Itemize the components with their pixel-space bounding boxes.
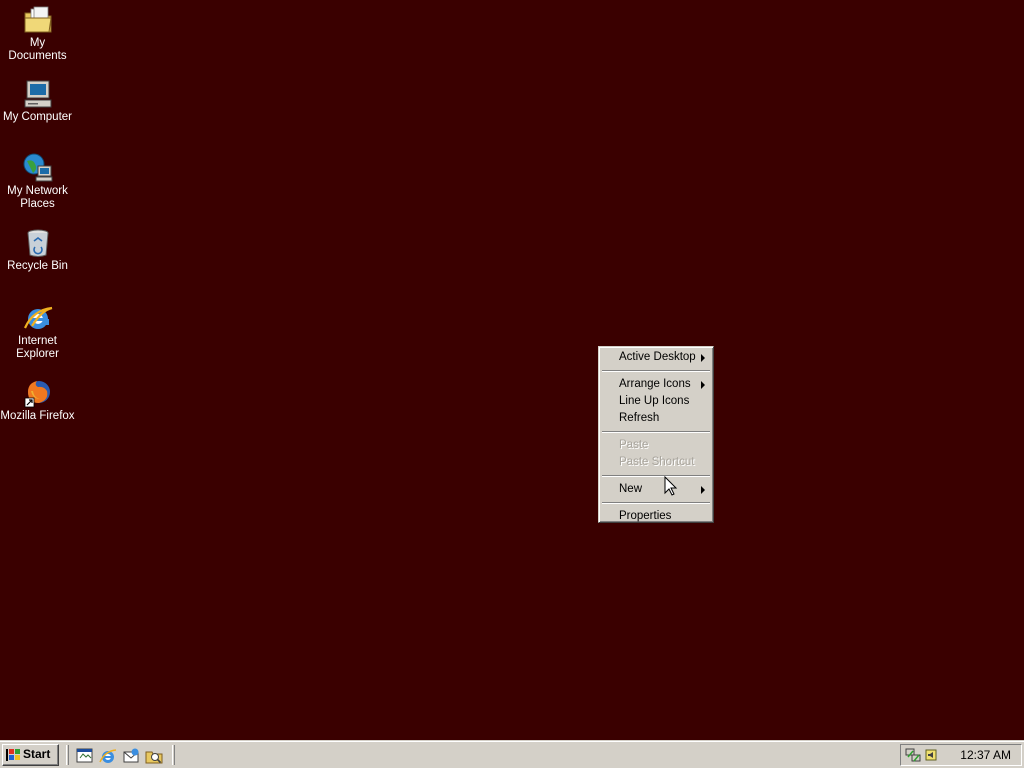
menu-item-new[interactable]: New — [601, 481, 711, 498]
menu-item-label: Paste — [619, 439, 649, 451]
network-places-icon — [23, 153, 52, 182]
desktop-icon-my-documents[interactable]: My Documents — [0, 4, 75, 63]
desktop-icon-label: My Documents — [8, 37, 67, 62]
computer-icon — [24, 80, 51, 108]
submenu-arrow-icon — [701, 381, 705, 389]
volume-icon[interactable] — [923, 747, 939, 763]
desktop-icon-label: Mozilla Firefox — [0, 410, 75, 422]
internet-explorer-icon[interactable] — [99, 747, 117, 765]
taskbar-clock[interactable]: 12:37 AM — [960, 748, 1011, 762]
menu-item-active-desktop[interactable]: Active Desktop — [601, 349, 711, 366]
windows-logo-icon — [6, 749, 20, 761]
toolbar-grip[interactable] — [172, 745, 175, 765]
desktop[interactable]: My Documents My Computer My Network Plac… — [0, 0, 1024, 740]
start-label: Start — [23, 747, 51, 761]
desktop-icon-internet-explorer[interactable]: Internet Explorer — [0, 302, 75, 361]
start-button[interactable]: Start — [2, 744, 59, 766]
menu-item-label: Active Desktop — [619, 351, 696, 363]
show-desktop-icon[interactable] — [76, 747, 94, 765]
desktop-context-menu: Active Desktop Arrange Icons Line Up Ico… — [598, 346, 714, 523]
menu-item-label: Properties — [619, 510, 672, 522]
desktop-icon-my-network-places[interactable]: My Network Places — [0, 152, 75, 211]
menu-separator — [602, 431, 710, 433]
desktop-icon-label: Recycle Bin — [7, 260, 68, 272]
menu-item-label: Paste Shortcut — [619, 456, 695, 468]
desktop-icon-label: My Network Places — [7, 185, 68, 210]
internet-explorer-icon — [23, 306, 52, 329]
explorer-icon[interactable] — [145, 747, 163, 765]
menu-item-arrange-icons[interactable]: Arrange Icons — [601, 376, 711, 393]
submenu-arrow-icon — [701, 486, 705, 494]
menu-item-label: Line Up Icons — [619, 395, 690, 407]
menu-separator — [602, 502, 710, 504]
menu-separator — [602, 370, 710, 372]
menu-item-line-up-icons[interactable]: Line Up Icons — [601, 393, 711, 410]
desktop-icon-label: Internet Explorer — [16, 335, 59, 360]
desktop-icon-label: My Computer — [2, 111, 73, 123]
menu-item-refresh[interactable]: Refresh — [601, 410, 711, 427]
toolbar-grip[interactable] — [66, 745, 69, 765]
desktop-icon-my-computer[interactable]: My Computer — [0, 78, 75, 124]
menu-item-paste-shortcut: Paste Shortcut — [601, 454, 711, 471]
submenu-arrow-icon — [701, 354, 705, 362]
firefox-icon — [24, 381, 50, 408]
menu-separator — [602, 475, 710, 477]
system-tray: 12:37 AM — [900, 744, 1022, 766]
menu-item-label: Arrange Icons — [619, 378, 691, 390]
menu-item-properties[interactable]: Properties — [601, 508, 711, 525]
outlook-express-icon[interactable] — [122, 747, 140, 765]
menu-item-paste: Paste — [601, 437, 711, 454]
taskbar: Start 12:37 AM — [0, 740, 1024, 768]
menu-item-label: Refresh — [619, 412, 660, 424]
recycle-bin-icon — [27, 229, 48, 257]
desktop-icon-recycle-bin[interactable]: Recycle Bin — [0, 227, 75, 273]
desktop-icon-mozilla-firefox[interactable]: Mozilla Firefox — [0, 377, 75, 423]
network-icon[interactable] — [905, 747, 921, 763]
menu-item-label: New — [619, 483, 643, 495]
folder-documents-icon — [24, 6, 52, 33]
